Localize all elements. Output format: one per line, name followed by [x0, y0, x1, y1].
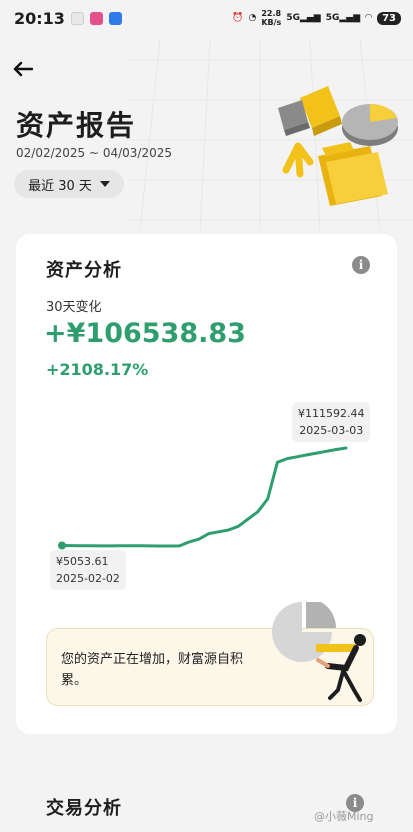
- chart-end-date: 2025-03-03: [299, 424, 364, 437]
- chart-start-value: ¥5053.61: [56, 555, 109, 568]
- chart-start-date: 2025-02-02: [56, 572, 120, 585]
- notification-app-icon: [89, 11, 103, 25]
- date-range: 02/02/2025 ~ 04/03/2025: [16, 146, 173, 160]
- caret-down-icon: [99, 180, 110, 187]
- chart-end-tag: ¥111592.44 2025-03-03: [292, 402, 371, 442]
- signal-icon: 5G▂▄▆: [325, 13, 361, 23]
- insight-illustration: [272, 602, 366, 702]
- insight-message-text: 您的资产正在增加，财富源自积累。: [61, 652, 244, 688]
- net-speed-unit: KB/s: [261, 18, 282, 27]
- status-bar: 20:13 ⏰ ◔ 22.8 KB/s 5G▂▄▆ 5G▂▄▆ ◠ 73: [0, 0, 413, 36]
- wifi-icon: ◠: [365, 13, 373, 23]
- change-period-label: 30天变化: [46, 300, 102, 315]
- signal-icon: 5G▂▄▆: [286, 13, 321, 23]
- net-speed-value: 22.8: [261, 9, 282, 18]
- change-percent: +2108.17%: [46, 360, 149, 379]
- chart-start-tag: ¥5053.61 2025-02-02: [50, 550, 126, 590]
- back-button[interactable]: [10, 56, 36, 82]
- speedometer-icon: ◔: [248, 13, 257, 23]
- chart-end-value: ¥111592.44: [298, 407, 365, 420]
- change-amount: +¥106538.83: [44, 318, 246, 349]
- period-dropdown[interactable]: 最近 30 天: [14, 170, 124, 198]
- battery-indicator: 73: [377, 11, 401, 25]
- info-icon[interactable]: i: [352, 256, 370, 274]
- asset-report-illustration: [278, 86, 398, 206]
- arrow-left-icon: [13, 61, 33, 77]
- page-title: 资产报告: [16, 109, 137, 142]
- clock: 20:13: [14, 8, 65, 28]
- watermark: @小薇Ming: [314, 810, 374, 823]
- signal-label: 5G: [286, 13, 300, 23]
- period-dropdown-label: 最近 30 天: [28, 178, 92, 194]
- status-left: 20:13: [14, 9, 122, 28]
- status-right: ⏰ ◔ 22.8 KB/s 5G▂▄▆ 5G▂▄▆ ◠ 73: [232, 9, 401, 27]
- network-speed: 22.8 KB/s: [261, 9, 281, 27]
- notification-app-icon: [70, 11, 84, 25]
- trade-analysis-title: 交易分析: [46, 798, 122, 819]
- signal-label: 5G: [325, 13, 340, 23]
- asset-analysis-title: 资产分析: [46, 260, 122, 281]
- alarm-icon: ⏰: [232, 13, 244, 23]
- notification-app-icon: [108, 11, 122, 25]
